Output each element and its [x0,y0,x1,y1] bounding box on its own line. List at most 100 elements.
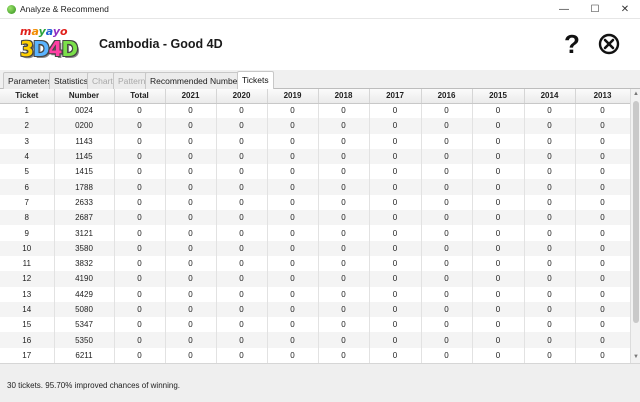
table-cell: 0 [524,225,576,241]
table-cell: 0 [524,133,576,149]
table-cell: 1 [0,103,55,119]
table-cell: 0 [165,255,217,272]
table-cell: 0 [318,194,370,211]
table-row[interactable]: 15 5347 0 0 0 0 0 0 0 0 0 0 [0,317,630,333]
table-cell: 0 [216,103,268,119]
table-cell: 0 [472,118,525,134]
table-cell: 6211 [54,347,115,363]
table-cell: 0 [421,118,473,134]
tab-recommended-numbers[interactable]: Recommended Numbers [145,72,250,89]
table-row[interactable]: 1 0024 0 0 0 0 0 0 0 0 0 0 [0,103,630,119]
table-cell: 0 [114,210,166,226]
minimize-button[interactable]: — [549,0,579,19]
table-cell: 0 [575,317,630,333]
table-row[interactable]: 17 6211 0 0 0 0 0 0 0 0 0 0 [0,347,630,363]
column-header-2014[interactable]: 2014 [524,89,576,104]
table-cell: 0 [165,103,217,119]
column-header-2021[interactable]: 2021 [165,89,217,104]
close-panel-button[interactable] [598,33,620,55]
table-cell: 12 [0,271,55,287]
table-cell: 0 [267,179,319,195]
table-cell: 0 [472,271,525,287]
scroll-up-icon[interactable]: ▲ [632,90,640,98]
column-header-2019[interactable]: 2019 [267,89,319,104]
table-cell: 0 [165,301,217,318]
table-cell: 0 [421,347,473,363]
table-cell: 0 [114,301,166,318]
table-cell: 0 [216,317,268,333]
table-cell: 9 [0,225,55,241]
table-row[interactable]: 13 4429 0 0 0 0 0 0 0 0 0 0 [0,286,630,302]
column-header-2017[interactable]: 2017 [369,89,422,104]
table-cell: 0 [114,164,166,180]
app-header: mayayo 3D4D Cambodia - Good 4D ? [0,20,640,70]
table-row[interactable]: 9 3121 0 0 0 0 0 0 0 0 0 0 [0,225,630,241]
column-header-total[interactable]: Total [114,89,166,104]
table-cell: 0 [524,301,576,318]
scrollbar-thumb[interactable] [633,101,639,323]
column-header-number[interactable]: Number [54,89,115,104]
app-icon [7,5,16,14]
table-cell: 0 [267,225,319,241]
table-cell: 0 [472,240,525,256]
table-cell: 4429 [54,286,115,302]
table-cell: 1415 [54,164,115,180]
tickets-table: Ticket Number Total 2021 2020 2019 2018 … [0,89,630,363]
table-cell: 13 [0,286,55,302]
table-cell: 4 [0,148,55,165]
table-row[interactable]: 11 3832 0 0 0 0 0 0 0 0 0 0 [0,255,630,272]
circle-x-icon [598,33,620,55]
table-cell: 7 [0,194,55,211]
table-cell: 3832 [54,255,115,272]
table-cell: 0 [114,271,166,287]
table-cell: 0 [318,164,370,180]
scroll-down-icon[interactable]: ▼ [632,353,640,361]
table-cell: 0 [472,286,525,302]
tab-tickets[interactable]: Tickets [237,71,274,90]
window-close-button[interactable]: ✕ [610,0,640,19]
table-row[interactable]: 7 2633 0 0 0 0 0 0 0 0 0 0 [0,194,630,211]
column-header-2018[interactable]: 2018 [318,89,370,104]
table-cell: 0 [524,240,576,256]
table-cell: 0 [165,164,217,180]
table-row[interactable]: 8 2687 0 0 0 0 0 0 0 0 0 0 [0,210,630,226]
table-row[interactable]: 2 0200 0 0 0 0 0 0 0 0 0 0 [0,118,630,134]
column-header-2016[interactable]: 2016 [421,89,473,104]
table-cell: 0 [472,103,525,119]
table-row[interactable]: 10 3580 0 0 0 0 0 0 0 0 0 0 [0,240,630,256]
status-text: 30 tickets. 95.70% improved chances of w… [7,381,180,390]
table-cell: 0 [472,301,525,318]
table-cell: 16 [0,332,55,348]
column-header-2020[interactable]: 2020 [216,89,268,104]
table-cell: 0 [318,332,370,348]
table-cell: 0 [369,179,422,195]
table-cell: 5347 [54,317,115,333]
table-cell: 0 [524,255,576,272]
table-cell: 0 [267,194,319,211]
maximize-button[interactable]: ☐ [580,0,610,19]
table-row[interactable]: 6 1788 0 0 0 0 0 0 0 0 0 0 [0,179,630,195]
table-cell: 0 [318,118,370,134]
window-title: Analyze & Recommend [20,4,109,14]
table-row[interactable]: 3 1143 0 0 0 0 0 0 0 0 0 0 [0,133,630,149]
table-cell: 0 [421,133,473,149]
table-row[interactable]: 16 5350 0 0 0 0 0 0 0 0 0 0 [0,332,630,348]
table-cell: 0 [267,118,319,134]
column-header-2013[interactable]: 2013 [575,89,630,104]
help-button[interactable]: ? [562,30,582,58]
column-header-ticket[interactable]: Ticket [0,89,55,104]
table-row[interactable]: 4 1145 0 0 0 0 0 0 0 0 0 0 [0,148,630,165]
vertical-scrollbar[interactable]: ▲ ▼ [630,89,640,363]
table-cell: 0 [524,194,576,211]
table-cell: 0 [575,133,630,149]
table-cell: 0 [369,103,422,119]
table-cell: 17 [0,347,55,363]
table-row[interactable]: 14 5080 0 0 0 0 0 0 0 0 0 0 [0,301,630,318]
table-row[interactable]: 5 1415 0 0 0 0 0 0 0 0 0 0 [0,164,630,180]
table-cell: 0 [472,194,525,211]
table-cell: 0 [524,210,576,226]
table-row[interactable]: 12 4190 0 0 0 0 0 0 0 0 0 0 [0,271,630,287]
table-cell: 0 [318,225,370,241]
table-cell: 0 [575,148,630,165]
column-header-2015[interactable]: 2015 [472,89,525,104]
